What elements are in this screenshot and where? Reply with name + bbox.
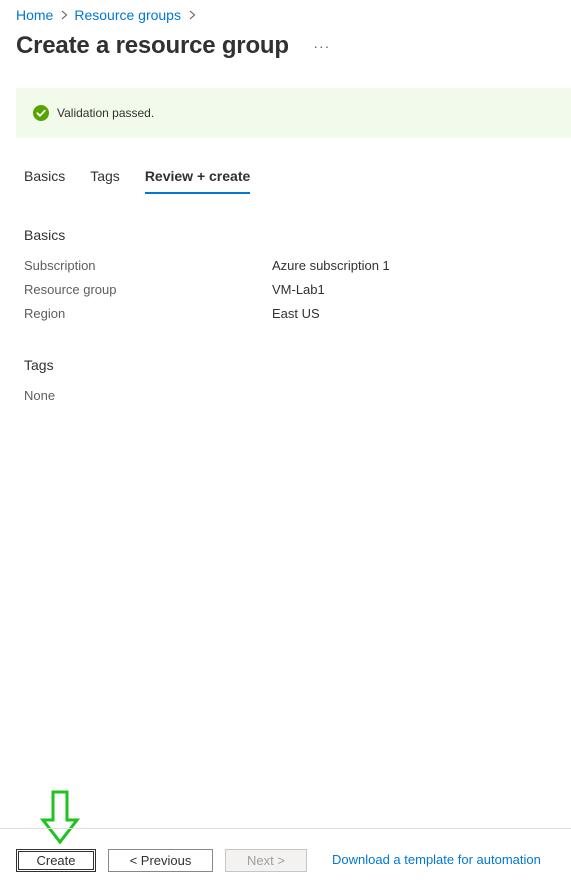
tab-tags[interactable]: Tags xyxy=(90,168,120,194)
tab-review-create[interactable]: Review + create xyxy=(144,168,251,194)
page-title: Create a resource group xyxy=(16,32,289,59)
basics-section-heading: Basics xyxy=(24,227,66,243)
resource-group-value: VM-Lab1 xyxy=(272,282,325,297)
download-template-link[interactable]: Download a template for automation xyxy=(332,852,541,867)
region-value: East US xyxy=(272,306,320,321)
down-arrow-icon xyxy=(40,790,80,845)
validation-banner: Validation passed. xyxy=(16,88,571,138)
check-circle-icon xyxy=(33,105,49,121)
tags-value: None xyxy=(24,388,56,403)
previous-button[interactable]: < Previous xyxy=(108,849,213,872)
footer-divider xyxy=(0,828,571,829)
next-button[interactable]: Next > xyxy=(225,849,307,872)
tags-section-heading: Tags xyxy=(24,357,54,373)
validation-message: Validation passed. xyxy=(57,106,155,120)
subscription-label: Subscription xyxy=(24,258,96,273)
create-button[interactable]: Create xyxy=(16,849,96,872)
more-options-button[interactable]: ··· xyxy=(311,36,333,56)
breadcrumb-resource-groups[interactable]: Resource groups xyxy=(74,7,181,23)
create-resource-group-page: Home Resource groups Create a resource g… xyxy=(0,0,571,884)
resource-group-label: Resource group xyxy=(24,282,117,297)
wizard-tabs: Basics Tags Review + create xyxy=(24,168,251,194)
region-label: Region xyxy=(24,306,66,321)
breadcrumb: Home Resource groups xyxy=(16,6,202,24)
breadcrumb-home[interactable]: Home xyxy=(16,7,53,23)
chevron-right-icon xyxy=(189,10,196,20)
title-row: Create a resource group ··· xyxy=(16,32,333,60)
subscription-value: Azure subscription 1 xyxy=(272,258,390,273)
tab-basics[interactable]: Basics xyxy=(24,168,65,194)
chevron-right-icon xyxy=(61,10,68,20)
